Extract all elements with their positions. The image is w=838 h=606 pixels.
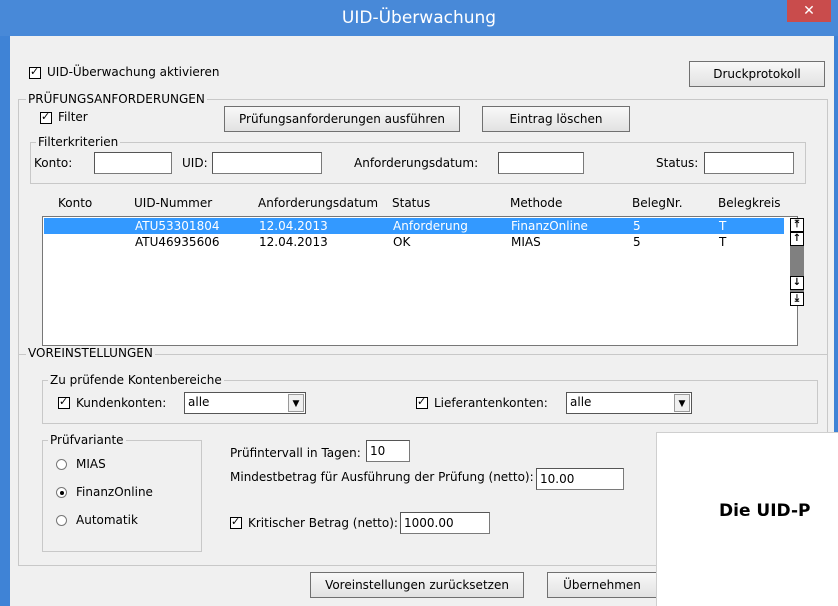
cell-belegkreis: T [719, 219, 727, 233]
mindest-label: Mindestbetrag für Ausführung der Prüfung… [230, 470, 534, 484]
variante-group-title: Prüfvariante [48, 433, 126, 447]
cell-methode: FinanzOnline [511, 219, 588, 233]
mindest-input[interactable]: 10.00 [536, 468, 624, 490]
scroll-up-icon[interactable]: ↑ [790, 232, 804, 246]
cell-belegnr: 5 [633, 219, 641, 233]
filter-checkbox[interactable] [40, 110, 52, 124]
radio-mias[interactable] [56, 459, 67, 470]
datum-filter-label: Anforderungsdatum: [354, 156, 479, 170]
scroll-top-icon[interactable]: ⤒ [790, 218, 804, 232]
col-header-methode[interactable]: Methode [510, 196, 562, 210]
uid-window: UID-Überwachung ✕ UID-Überwachung aktivi… [0, 0, 838, 606]
status-filter-label: Status: [656, 156, 699, 170]
overlapping-window[interactable]: Die UID-P [656, 432, 838, 606]
lieferanten-select-value: alle [570, 395, 592, 409]
print-log-button[interactable]: Druckprotokoll [689, 61, 825, 87]
uid-filter-input[interactable] [212, 152, 322, 174]
filter-criteria-title: Filterkriterien [36, 135, 121, 149]
close-icon[interactable]: ✕ [803, 3, 815, 19]
radio-automatik-label[interactable]: Automatik [76, 513, 138, 527]
kritisch-checkbox[interactable] [230, 515, 242, 529]
cell-datum: 12.04.2013 [259, 219, 328, 233]
cell-status: Anforderung [393, 219, 468, 233]
col-header-belegnr[interactable]: BelegNr. [632, 196, 683, 210]
cell-uid: ATU53301804 [135, 219, 220, 233]
voreinstellungen-title: VOREINSTELLUNGEN [26, 346, 155, 360]
intervall-label: Prüfintervall in Tagen: [230, 446, 361, 460]
activate-label[interactable]: UID-Überwachung aktivieren [47, 65, 219, 79]
kunden-checkbox[interactable] [58, 395, 70, 409]
cell-status: OK [393, 235, 411, 249]
col-header-datum[interactable]: Anforderungsdatum [258, 196, 378, 210]
kunden-select[interactable]: alle ▼ [184, 392, 306, 414]
status-filter-input[interactable] [704, 152, 794, 174]
apply-button[interactable]: Übernehmen [547, 572, 657, 598]
cell-belegnr: 5 [633, 235, 641, 249]
radio-mias-label[interactable]: MIAS [76, 457, 106, 471]
col-header-status[interactable]: Status [392, 196, 430, 210]
kunden-select-value: alle [188, 395, 210, 409]
uid-filter-label: UID: [182, 156, 208, 170]
table-row[interactable]: ATU53301804 12.04.2013 Anforderung Finan… [44, 218, 784, 234]
window-title: UID-Überwachung [341, 8, 497, 28]
datum-filter-input[interactable] [498, 152, 584, 174]
delete-entry-button[interactable]: Eintrag löschen [482, 106, 630, 132]
cell-methode: MIAS [511, 235, 541, 249]
chevron-down-icon[interactable]: ▼ [288, 394, 304, 412]
filter-label[interactable]: Filter [58, 110, 88, 124]
overlay-text: Die UID-P [719, 501, 811, 521]
cell-belegkreis: T [719, 235, 727, 249]
kritisch-label[interactable]: Kritischer Betrag (netto): [248, 516, 398, 530]
execute-requests-button[interactable]: Prüfungsanforderungen ausführen [224, 106, 460, 132]
col-header-uid[interactable]: UID-Nummer [134, 196, 212, 210]
cell-datum: 12.04.2013 [259, 235, 328, 249]
lieferanten-select[interactable]: alle ▼ [566, 392, 692, 414]
konto-filter-label: Konto: [34, 156, 73, 170]
intervall-input[interactable]: 10 [366, 440, 410, 462]
pruefung-group-title: PRÜFUNGSANFORDERUNGEN [26, 92, 207, 106]
close-button[interactable]: ✕ [787, 0, 831, 22]
radio-automatik[interactable] [56, 515, 67, 526]
activate-checkbox[interactable] [29, 65, 41, 79]
col-header-konto[interactable]: Konto [58, 196, 92, 210]
chevron-down-icon[interactable]: ▼ [674, 394, 690, 412]
reset-defaults-button[interactable]: Voreinstellungen zurücksetzen [310, 572, 524, 598]
requests-list[interactable]: ATU53301804 12.04.2013 Anforderung Finan… [42, 216, 798, 346]
radio-finanzonline[interactable] [56, 487, 67, 498]
lieferanten-label[interactable]: Lieferantenkonten: [434, 396, 548, 410]
col-header-belegkreis[interactable]: Belegkreis [718, 196, 781, 210]
kunden-label[interactable]: Kundenkonten: [76, 396, 166, 410]
konten-group-title: Zu prüfende Kontenbereiche [48, 373, 224, 387]
konto-filter-input[interactable] [94, 152, 172, 174]
title-bar[interactable]: UID-Überwachung ✕ [0, 0, 838, 36]
scroll-down-icon[interactable]: ↓ [790, 276, 804, 290]
scroll-bottom-icon[interactable]: ⤓ [790, 292, 804, 306]
cell-uid: ATU46935606 [135, 235, 220, 249]
lieferanten-checkbox[interactable] [416, 395, 428, 409]
radio-finanzonline-label[interactable]: FinanzOnline [76, 485, 153, 499]
kritisch-input[interactable]: 1000.00 [400, 512, 490, 534]
table-row[interactable]: ATU46935606 12.04.2013 OK MIAS 5 T [44, 234, 784, 250]
